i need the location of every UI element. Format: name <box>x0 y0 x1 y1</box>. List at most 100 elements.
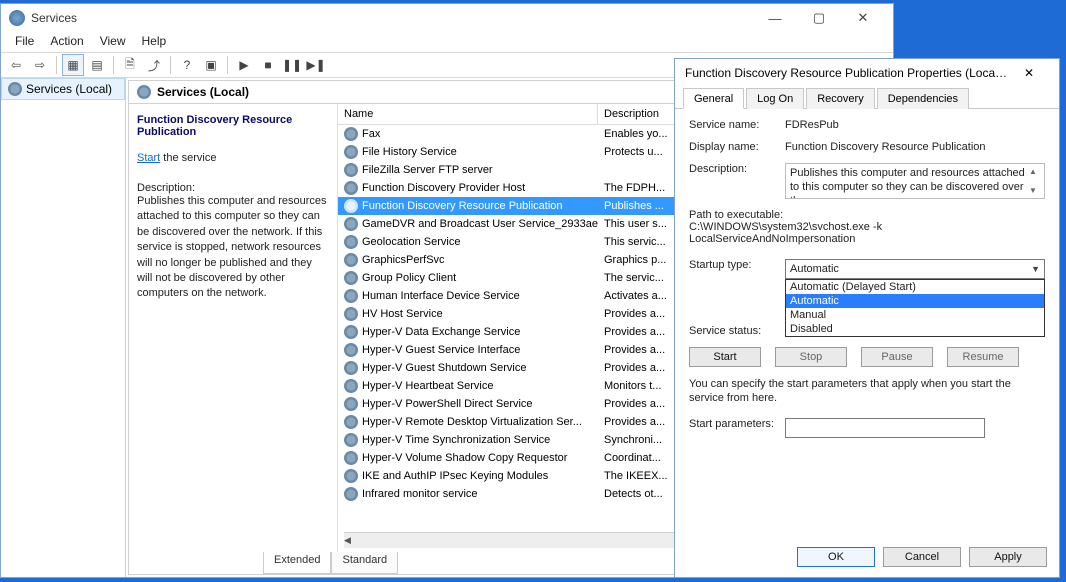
refresh-button[interactable]: ▣ <box>200 54 222 76</box>
tab-general[interactable]: General <box>683 88 744 109</box>
gear-icon <box>344 163 358 177</box>
pause-service-button[interactable]: ❚❚ <box>281 54 303 76</box>
cell-name-text: IKE and AuthIP IPsec Keying Modules <box>362 470 548 482</box>
gear-icon <box>344 127 358 141</box>
gear-icon <box>344 433 358 447</box>
gear-icon <box>137 85 151 99</box>
gear-icon <box>344 199 358 213</box>
menu-view[interactable]: View <box>92 32 134 52</box>
properties-button[interactable]: 🗎 <box>119 54 141 76</box>
minimize-button[interactable]: — <box>753 4 797 32</box>
menu-action[interactable]: Action <box>42 32 91 52</box>
cell-name-text: GraphicsPerfSvc <box>362 254 445 266</box>
tab-standard[interactable]: Standard <box>331 552 398 574</box>
label-display-name: Display name: <box>689 141 785 153</box>
gear-icon <box>344 307 358 321</box>
cell-name-text: Function Discovery Provider Host <box>362 182 525 194</box>
gear-icon <box>344 325 358 339</box>
startup-type-dropdown: Automatic (Delayed Start) Automatic Manu… <box>785 279 1045 337</box>
resume-button: Resume <box>947 347 1019 367</box>
option-disabled[interactable]: Disabled <box>786 322 1044 336</box>
cell-name-text: Hyper-V Volume Shadow Copy Requestor <box>362 452 567 464</box>
cell-name-text: Fax <box>362 128 380 140</box>
gear-icon <box>344 469 358 483</box>
detail-description: Publishes this computer and resources at… <box>137 194 329 302</box>
value-display-name: Function Discovery Resource Publication <box>785 141 1045 153</box>
hint-text: You can specify the start parameters tha… <box>689 377 1045 406</box>
services-icon <box>9 10 25 26</box>
label-path: Path to executable: <box>689 209 1045 221</box>
close-button[interactable]: ✕ <box>841 4 885 32</box>
label-start-params: Start parameters: <box>689 418 785 430</box>
gear-icon <box>344 397 358 411</box>
dialog-tabs: General Log On Recovery Dependencies <box>675 87 1059 109</box>
label-description: Description: <box>689 163 785 175</box>
option-automatic[interactable]: Automatic <box>786 294 1044 308</box>
tree-panel: Services (Local) <box>1 78 126 577</box>
pause-button: Pause <box>861 347 933 367</box>
description-box: Publishes this computer and resources at… <box>785 163 1045 199</box>
restart-service-button[interactable]: ▶❚ <box>305 54 327 76</box>
cell-name-text: Group Policy Client <box>362 272 456 284</box>
gear-icon <box>344 145 358 159</box>
view-list-button[interactable]: ▤ <box>86 54 108 76</box>
cell-name-text: Function Discovery Resource Publication <box>362 200 563 212</box>
detail-column: Function Discovery Resource Publication … <box>129 104 337 552</box>
right-panel-title: Services (Local) <box>157 85 249 99</box>
export-button[interactable]: ⤴ <box>143 54 165 76</box>
gear-icon <box>8 82 22 96</box>
startup-type-combobox[interactable]: Automatic ▼ <box>785 259 1045 279</box>
dialog-titlebar: Function Discovery Resource Publication … <box>675 59 1059 87</box>
dialog-body: Service name: FDResPub Display name: Fun… <box>675 109 1059 458</box>
help-button[interactable]: ? <box>176 54 198 76</box>
gear-icon <box>344 253 358 267</box>
value-service-name: FDResPub <box>785 119 1045 131</box>
startup-type-selected: Automatic <box>790 263 839 275</box>
start-suffix: the service <box>160 152 216 164</box>
cell-name-text: GameDVR and Broadcast User Service_2933a… <box>362 218 598 230</box>
properties-dialog: Function Discovery Resource Publication … <box>674 58 1060 578</box>
ok-button[interactable]: OK <box>797 547 875 567</box>
start-link[interactable]: Start <box>137 152 160 164</box>
menu-help[interactable]: Help <box>134 32 175 52</box>
start-service-button[interactable]: ▶ <box>233 54 255 76</box>
apply-button[interactable]: Apply <box>969 547 1047 567</box>
column-name[interactable]: Name <box>338 104 598 124</box>
gear-icon <box>344 271 358 285</box>
option-automatic-delayed[interactable]: Automatic (Delayed Start) <box>786 280 1044 294</box>
window-title: Services <box>31 11 753 25</box>
tab-dependencies[interactable]: Dependencies <box>877 88 969 109</box>
view-detail-button[interactable]: ▦ <box>62 54 84 76</box>
tree-services-local[interactable]: Services (Local) <box>1 78 125 100</box>
stop-service-button[interactable]: ■ <box>257 54 279 76</box>
cell-name-text: Geolocation Service <box>362 236 460 248</box>
gear-icon <box>344 361 358 375</box>
gear-icon <box>344 451 358 465</box>
gear-icon <box>344 415 358 429</box>
dialog-close-button[interactable]: ✕ <box>1009 66 1049 80</box>
nav-back-button[interactable]: ⇦ <box>5 54 27 76</box>
chevron-down-icon: ▼ <box>1031 264 1040 274</box>
stop-button: Stop <box>775 347 847 367</box>
cancel-button[interactable]: Cancel <box>883 547 961 567</box>
start-button[interactable]: Start <box>689 347 761 367</box>
label-startup-type: Startup type: <box>689 259 785 271</box>
gear-icon <box>344 235 358 249</box>
cell-name-text: Human Interface Device Service <box>362 290 520 302</box>
cell-name-text: Infrared monitor service <box>362 488 478 500</box>
option-manual[interactable]: Manual <box>786 308 1044 322</box>
tab-recovery[interactable]: Recovery <box>806 88 874 109</box>
cell-name-text: Hyper-V Data Exchange Service <box>362 326 520 338</box>
maximize-button[interactable]: ▢ <box>797 4 841 32</box>
dialog-title: Function Discovery Resource Publication … <box>685 66 1009 80</box>
desc-scrollbar[interactable]: ▲▼ <box>1026 167 1040 195</box>
nav-forward-button[interactable]: ⇨ <box>29 54 51 76</box>
menu-file[interactable]: File <box>7 32 42 52</box>
tab-logon[interactable]: Log On <box>746 88 804 109</box>
gear-icon <box>344 379 358 393</box>
start-params-input[interactable] <box>785 418 985 438</box>
tab-extended[interactable]: Extended <box>263 552 331 574</box>
desc-label: Description: <box>137 182 329 194</box>
gear-icon <box>344 487 358 501</box>
gear-icon <box>344 217 358 231</box>
